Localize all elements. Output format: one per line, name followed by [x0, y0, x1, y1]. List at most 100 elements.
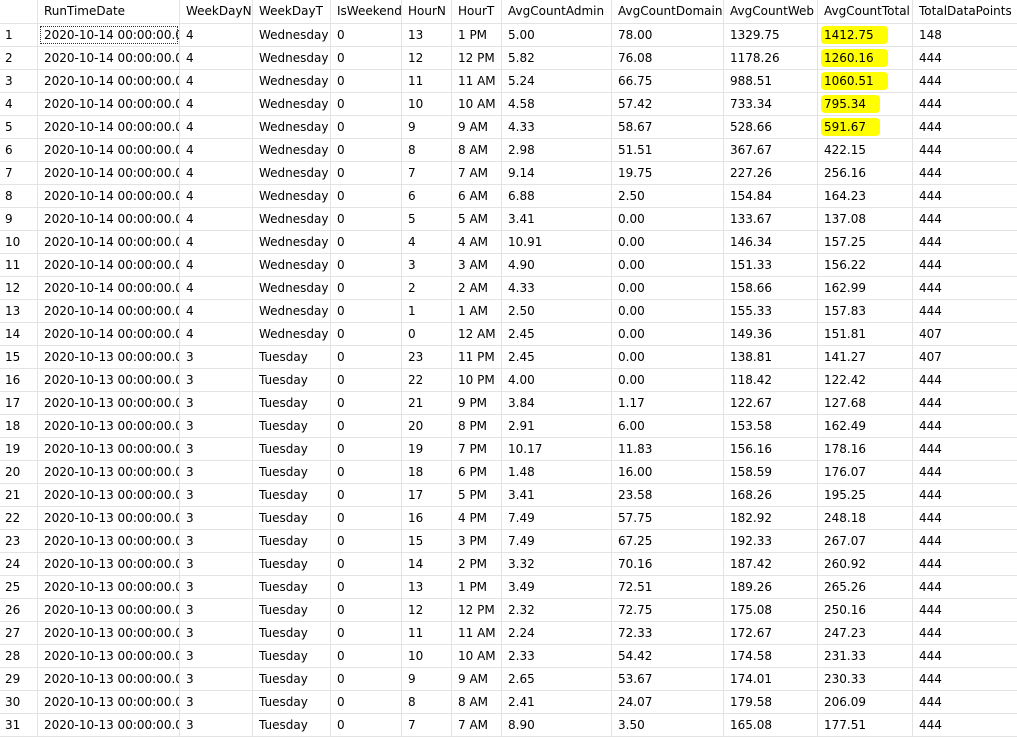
cell-avg-count-domain[interactable]: 66.75 — [612, 70, 724, 92]
cell-hour-n[interactable]: 7 — [402, 714, 452, 736]
cell-week-day-t[interactable]: Wednesday — [253, 208, 331, 230]
cell-avg-count-admin[interactable]: 2.41 — [502, 691, 612, 713]
cell-avg-count-web[interactable]: 146.34 — [724, 231, 818, 253]
cell-avg-count-web[interactable]: 1329.75 — [724, 24, 818, 46]
cell-run-time-date[interactable]: 2020-10-14 00:00:00.000 — [38, 300, 180, 322]
cell-total-data-points[interactable]: 444 — [913, 208, 1017, 230]
cell-avg-count-web[interactable]: 988.51 — [724, 70, 818, 92]
cell-hour-n[interactable]: 10 — [402, 93, 452, 115]
cell-total-data-points[interactable]: 148 — [913, 24, 1017, 46]
cell-is-weekend[interactable]: 0 — [331, 116, 402, 138]
cell-is-weekend[interactable]: 0 — [331, 369, 402, 391]
cell-week-day-t[interactable]: Wednesday — [253, 24, 331, 46]
row-number-cell[interactable]: 1 — [0, 24, 38, 46]
cell-avg-count-total[interactable]: 422.15 — [818, 139, 913, 161]
cell-week-day-n[interactable]: 3 — [180, 461, 253, 483]
cell-week-day-n[interactable]: 3 — [180, 622, 253, 644]
cell-hour-n[interactable]: 8 — [402, 691, 452, 713]
cell-run-time-date[interactable]: 2020-10-13 00:00:00.000 — [38, 553, 180, 575]
table-row[interactable]: 142020-10-14 00:00:00.0004Wednesday0012 … — [0, 323, 1017, 346]
cell-week-day-t[interactable]: Tuesday — [253, 645, 331, 667]
cell-avg-count-domain[interactable]: 72.33 — [612, 622, 724, 644]
cell-avg-count-admin[interactable]: 10.91 — [502, 231, 612, 253]
cell-avg-count-admin[interactable]: 7.49 — [502, 507, 612, 529]
row-number-cell[interactable]: 10 — [0, 231, 38, 253]
row-number-cell[interactable]: 21 — [0, 484, 38, 506]
row-number-cell[interactable]: 25 — [0, 576, 38, 598]
row-number-cell[interactable]: 4 — [0, 93, 38, 115]
cell-week-day-t[interactable]: Wednesday — [253, 323, 331, 345]
cell-avg-count-web[interactable]: 153.58 — [724, 415, 818, 437]
cell-avg-count-total[interactable]: 177.51 — [818, 714, 913, 736]
cell-hour-n[interactable]: 13 — [402, 24, 452, 46]
cell-avg-count-domain[interactable]: 24.07 — [612, 691, 724, 713]
cell-run-time-date[interactable]: 2020-10-14 00:00:00.000 — [38, 185, 180, 207]
cell-is-weekend[interactable]: 0 — [331, 599, 402, 621]
cell-avg-count-total[interactable]: 1260.16 — [818, 47, 913, 69]
cell-avg-count-admin[interactable]: 1.48 — [502, 461, 612, 483]
cell-is-weekend[interactable]: 0 — [331, 530, 402, 552]
cell-avg-count-domain[interactable]: 76.08 — [612, 47, 724, 69]
cell-run-time-date[interactable]: 2020-10-14 00:00:00.000 — [38, 162, 180, 184]
cell-hour-t[interactable]: 1 PM — [452, 24, 502, 46]
cell-avg-count-domain[interactable]: 0.00 — [612, 323, 724, 345]
cell-avg-count-web[interactable]: 122.67 — [724, 392, 818, 414]
cell-avg-count-total[interactable]: 260.92 — [818, 553, 913, 575]
cell-run-time-date[interactable]: 2020-10-13 00:00:00.000 — [38, 622, 180, 644]
cell-is-weekend[interactable]: 0 — [331, 24, 402, 46]
row-number-cell[interactable]: 20 — [0, 461, 38, 483]
cell-week-day-n[interactable]: 3 — [180, 507, 253, 529]
table-row[interactable]: 292020-10-13 00:00:00.0003Tuesday099 AM2… — [0, 668, 1017, 691]
cell-total-data-points[interactable]: 444 — [913, 438, 1017, 460]
cell-total-data-points[interactable]: 444 — [913, 139, 1017, 161]
cell-hour-n[interactable]: 7 — [402, 162, 452, 184]
cell-total-data-points[interactable]: 444 — [913, 622, 1017, 644]
cell-is-weekend[interactable]: 0 — [331, 438, 402, 460]
cell-avg-count-total[interactable]: 265.26 — [818, 576, 913, 598]
cell-avg-count-web[interactable]: 367.67 — [724, 139, 818, 161]
cell-week-day-t[interactable]: Tuesday — [253, 714, 331, 736]
cell-avg-count-admin[interactable]: 2.24 — [502, 622, 612, 644]
cell-run-time-date[interactable]: 2020-10-13 00:00:00.000 — [38, 645, 180, 667]
row-number-cell[interactable]: 5 — [0, 116, 38, 138]
cell-is-weekend[interactable]: 0 — [331, 70, 402, 92]
cell-avg-count-total[interactable]: 248.18 — [818, 507, 913, 529]
cell-run-time-date[interactable]: 2020-10-14 00:00:00.000 — [38, 24, 180, 46]
cell-avg-count-total[interactable]: 1412.75 — [818, 24, 913, 46]
cell-avg-count-web[interactable]: 189.26 — [724, 576, 818, 598]
cell-hour-n[interactable]: 8 — [402, 139, 452, 161]
cell-hour-t[interactable]: 11 AM — [452, 70, 502, 92]
cell-avg-count-total[interactable]: 250.16 — [818, 599, 913, 621]
cell-run-time-date[interactable]: 2020-10-14 00:00:00.000 — [38, 47, 180, 69]
cell-avg-count-web[interactable]: 172.67 — [724, 622, 818, 644]
cell-avg-count-web[interactable]: 174.58 — [724, 645, 818, 667]
cell-week-day-t[interactable]: Tuesday — [253, 576, 331, 598]
cell-avg-count-web[interactable]: 165.08 — [724, 714, 818, 736]
cell-avg-count-web[interactable]: 138.81 — [724, 346, 818, 368]
cell-avg-count-domain[interactable]: 0.00 — [612, 254, 724, 276]
cell-avg-count-admin[interactable]: 4.00 — [502, 369, 612, 391]
cell-hour-t[interactable]: 3 AM — [452, 254, 502, 276]
column-header-avg-count-domain[interactable]: AvgCountDomain — [612, 0, 724, 23]
cell-is-weekend[interactable]: 0 — [331, 93, 402, 115]
cell-total-data-points[interactable]: 444 — [913, 553, 1017, 575]
cell-avg-count-total[interactable]: 256.16 — [818, 162, 913, 184]
cell-week-day-t[interactable]: Tuesday — [253, 668, 331, 690]
cell-is-weekend[interactable]: 0 — [331, 47, 402, 69]
cell-hour-t[interactable]: 1 AM — [452, 300, 502, 322]
cell-hour-n[interactable]: 12 — [402, 47, 452, 69]
cell-total-data-points[interactable]: 444 — [913, 668, 1017, 690]
cell-hour-n[interactable]: 13 — [402, 576, 452, 598]
cell-avg-count-domain[interactable]: 0.00 — [612, 300, 724, 322]
cell-avg-count-total[interactable]: 231.33 — [818, 645, 913, 667]
cell-avg-count-web[interactable]: 155.33 — [724, 300, 818, 322]
cell-week-day-t[interactable]: Tuesday — [253, 415, 331, 437]
cell-is-weekend[interactable]: 0 — [331, 507, 402, 529]
cell-avg-count-admin[interactable]: 2.45 — [502, 346, 612, 368]
row-number-cell[interactable]: 27 — [0, 622, 38, 644]
cell-avg-count-total[interactable]: 141.27 — [818, 346, 913, 368]
cell-total-data-points[interactable]: 444 — [913, 645, 1017, 667]
cell-run-time-date[interactable]: 2020-10-13 00:00:00.000 — [38, 691, 180, 713]
cell-avg-count-domain[interactable]: 0.00 — [612, 277, 724, 299]
cell-week-day-n[interactable]: 4 — [180, 93, 253, 115]
